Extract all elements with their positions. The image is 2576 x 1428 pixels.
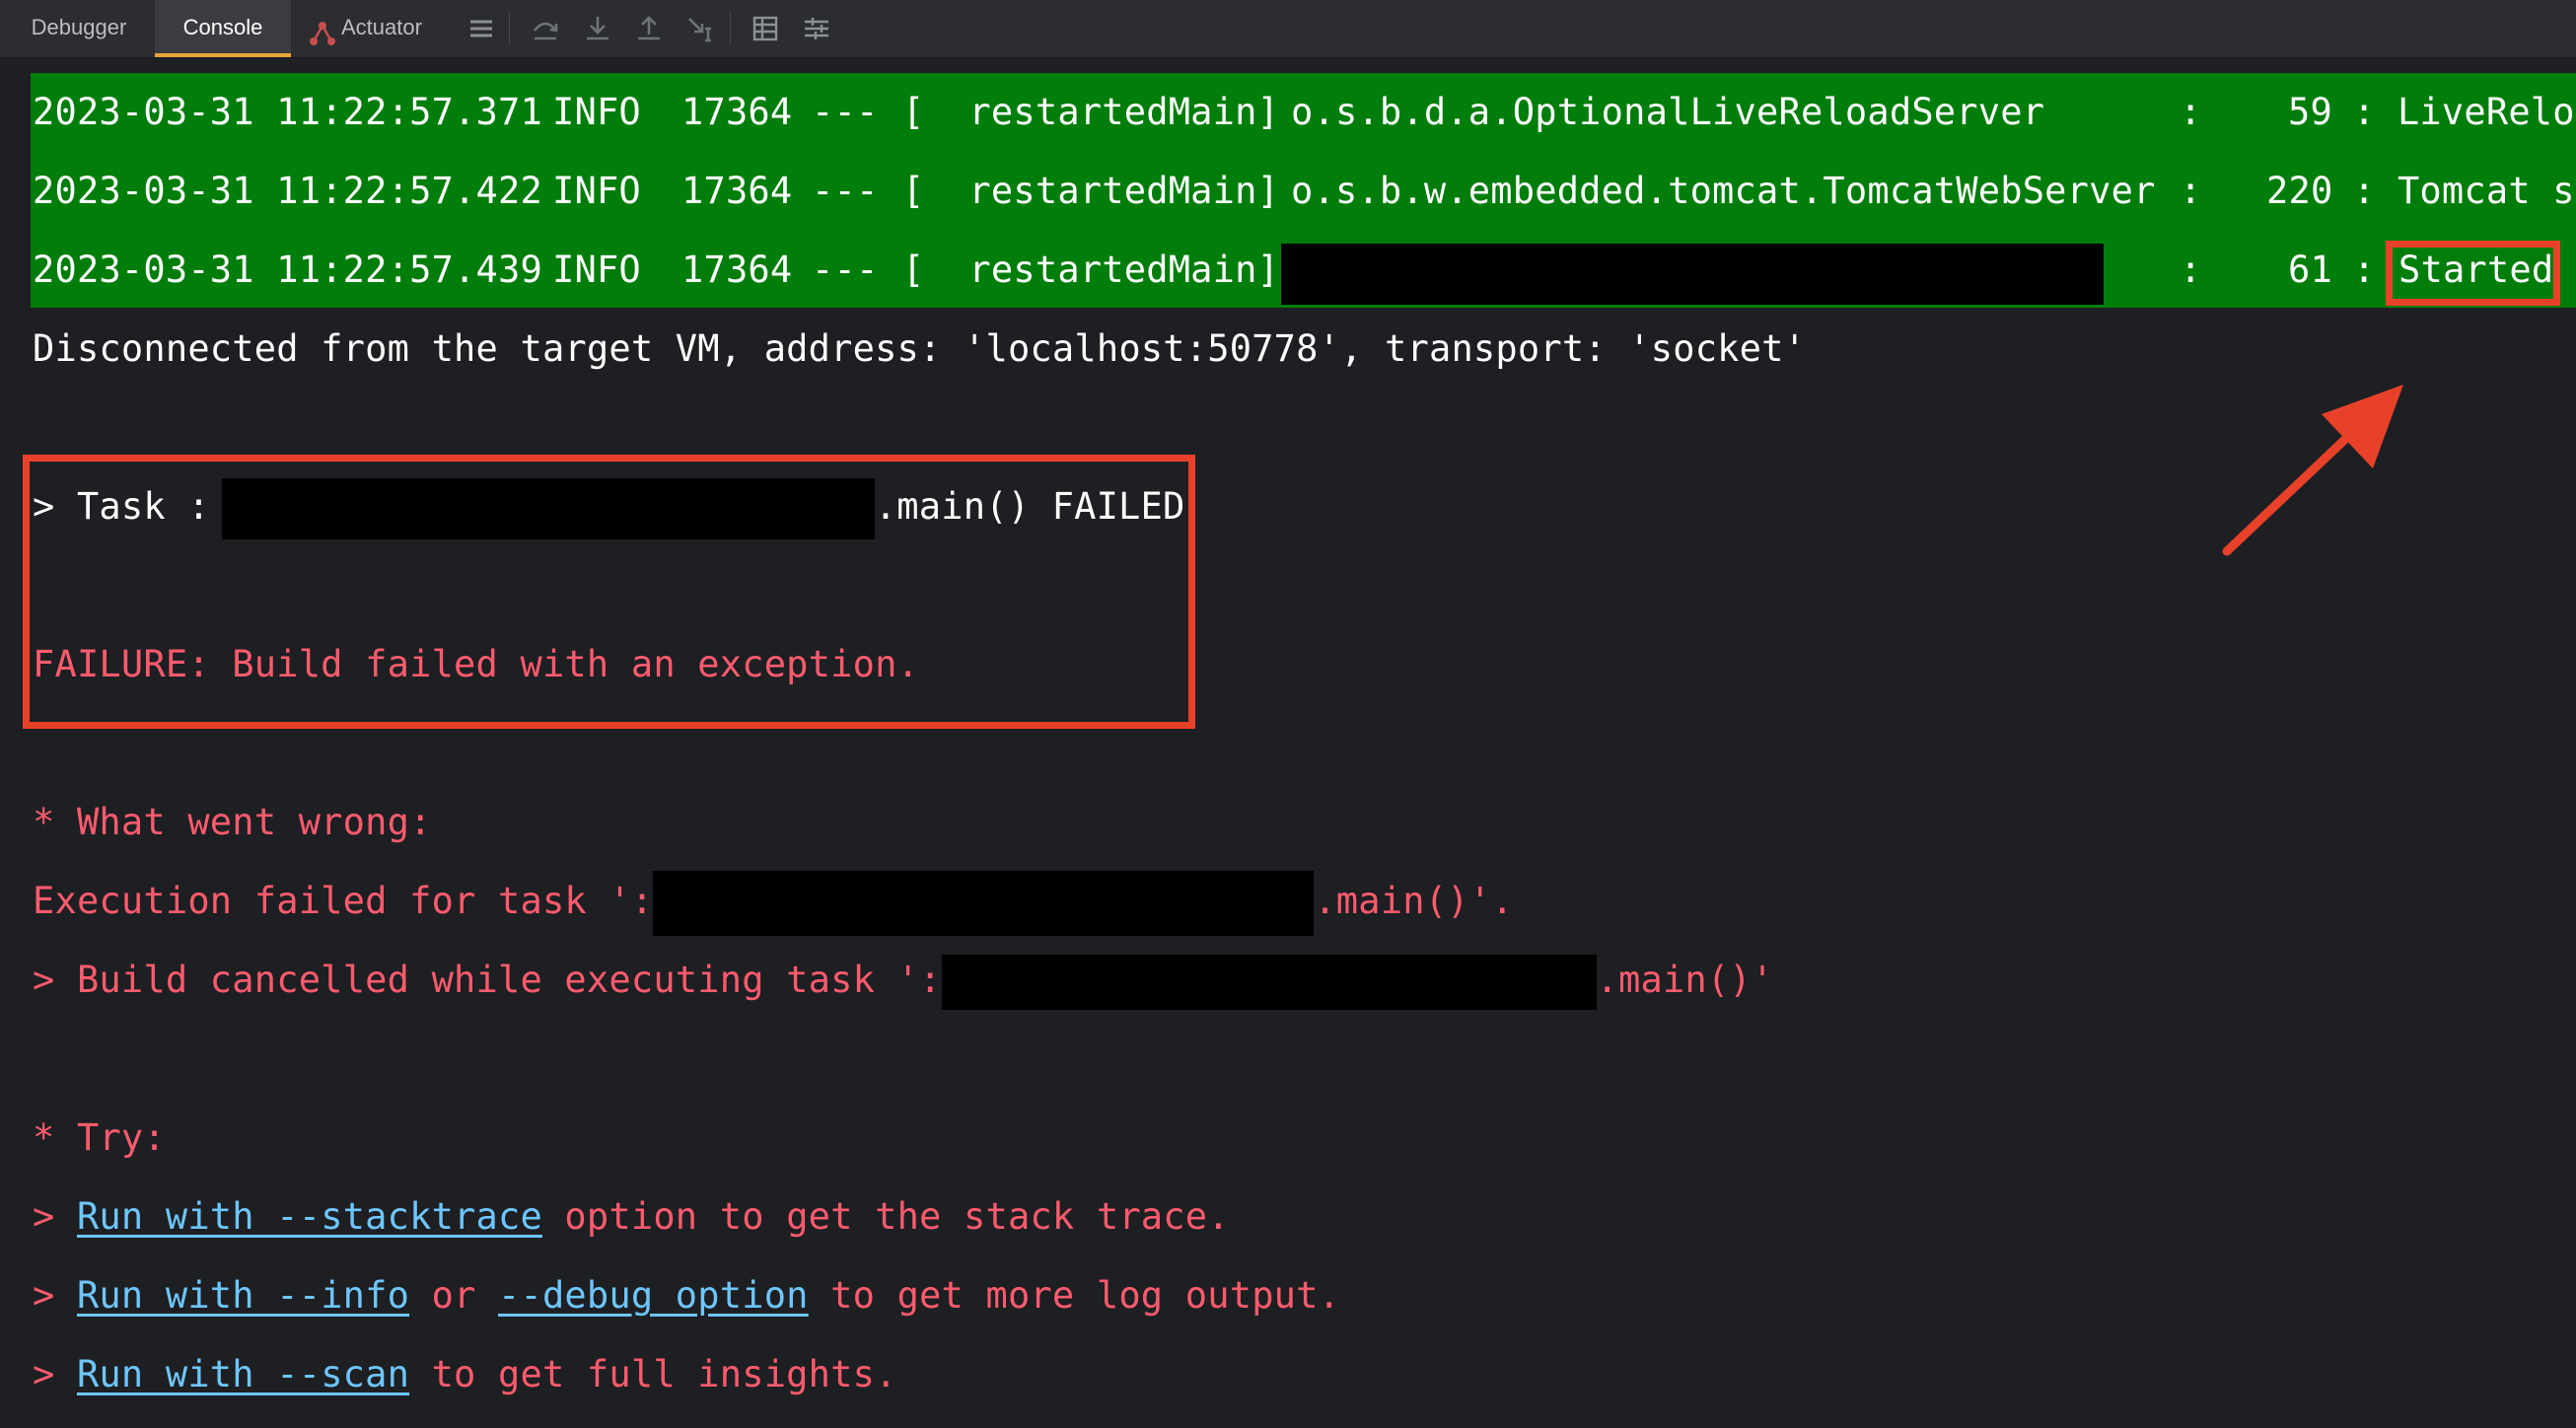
hint-prefix: > (33, 1195, 77, 1238)
trace-settings-icon[interactable] (801, 13, 832, 44)
annotation-arrow-icon (2222, 385, 2403, 556)
tab-actuator[interactable]: Actuator (308, 0, 454, 57)
log-level: INFO (552, 249, 641, 291)
actuator-icon (308, 14, 337, 46)
hint-line: > Run with --info or --debug option to g… (33, 1256, 1340, 1335)
redacted-logger (1281, 244, 2104, 305)
log-line-number: 59 (2288, 91, 2332, 133)
log-line: 2023-03-31 11:22:57.422 INFO 17364 --- [… (33, 152, 2576, 231)
hint-line: > Run with --scan to get full insights. (33, 1335, 897, 1414)
tab-debugger[interactable]: Debugger (14, 0, 144, 57)
log-pid: 17364 (681, 91, 793, 133)
redacted-task-name (653, 870, 1315, 936)
log-timestamp: 2023-03-31 11:22:57.422 (33, 170, 542, 212)
log-thread: [ restartedMain] (902, 91, 1280, 133)
log-message-prefix: : (2353, 249, 2376, 291)
tab-console[interactable]: Console (155, 0, 291, 57)
run-to-cursor-icon[interactable] (684, 13, 716, 44)
toolbar-divider (509, 12, 510, 45)
what-went-wrong-heading: * What went wrong: (33, 801, 432, 843)
started-highlight-box (2386, 241, 2560, 306)
log-logger: o.s.b.d.a.OptionalLiveReloadServer (1291, 91, 2045, 133)
log-message: : Tomcat st (2353, 170, 2576, 212)
exec-failed-prefix: Execution failed for task ': (33, 880, 654, 922)
log-logger: o.s.b.w.embedded.tomcat.TomcatWebServer (1291, 170, 2156, 212)
hint-suffix: to get more log output. (808, 1274, 1341, 1317)
redacted-task-name (941, 954, 1597, 1010)
log-timestamp: 2023-03-31 11:22:57.439 (33, 249, 542, 291)
log-line: 2023-03-31 11:22:57.371 INFO 17364 --- [… (33, 73, 2576, 152)
log-pid: 17364 (681, 249, 793, 291)
hint-middle: or (409, 1274, 498, 1317)
hint-line: > Run with --stacktrace option to get th… (33, 1178, 1230, 1256)
log-line-number: 61 (2288, 249, 2332, 291)
log-pid: 17364 (681, 170, 793, 212)
log-thread: [ restartedMain] (902, 249, 1280, 291)
hint-prefix: > (33, 1274, 77, 1317)
log-timestamp: 2023-03-31 11:22:57.371 (33, 91, 542, 133)
disconnected-message: Disconnected from the target VM, address… (33, 327, 1807, 370)
console-toolbar: Debugger Console Actuator (0, 0, 2576, 58)
try-heading: * Try: (33, 1116, 166, 1159)
step-into-icon[interactable] (582, 13, 613, 44)
run-with-scan-link[interactable]: Run with --scan (77, 1353, 409, 1395)
execution-failed-line: Execution failed for task ': .main()'. (33, 862, 1514, 941)
build-cancelled-line: > Build cancelled while executing task '… (33, 941, 1773, 1020)
task-failed-highlight-box (23, 455, 1195, 729)
build-cancelled-suffix: .main()' (1596, 959, 1774, 1001)
log-separator: --- (812, 91, 879, 133)
log-separator: --- (812, 170, 879, 212)
log-message: : LiveReloa (2353, 91, 2576, 133)
log-colon: : (2180, 249, 2202, 291)
menu-icon[interactable] (465, 13, 497, 44)
step-out-icon[interactable] (633, 13, 665, 44)
console-output[interactable]: 2023-03-31 11:22:57.371 INFO 17364 --- [… (0, 58, 2576, 1428)
run-with-stacktrace-link[interactable]: Run with --stacktrace (77, 1195, 542, 1238)
log-line-number: 220 (2266, 170, 2333, 212)
log-thread: [ restartedMain] (902, 170, 1280, 212)
evaluate-table-icon[interactable] (750, 13, 781, 44)
log-line: 2023-03-31 11:22:57.439 INFO 17364 --- [… (33, 231, 2576, 310)
exec-failed-suffix: .main()'. (1314, 880, 1514, 922)
log-level: INFO (552, 170, 641, 212)
hint-suffix: to get full insights. (409, 1353, 897, 1395)
tab-actuator-label: Actuator (341, 15, 422, 39)
step-over-icon[interactable] (530, 13, 561, 44)
log-colon: : (2180, 170, 2202, 212)
debug-option-link[interactable]: --debug option (498, 1274, 809, 1317)
hint-prefix: > (33, 1353, 77, 1395)
run-with-info-link[interactable]: Run with --info (77, 1274, 409, 1317)
toolbar-divider (730, 12, 731, 45)
log-separator: --- (812, 249, 879, 291)
hint-suffix: option to get the stack trace. (541, 1195, 1230, 1238)
log-colon: : (2180, 91, 2202, 133)
build-cancelled-prefix: > Build cancelled while executing task '… (33, 959, 942, 1001)
log-level: INFO (552, 91, 641, 133)
